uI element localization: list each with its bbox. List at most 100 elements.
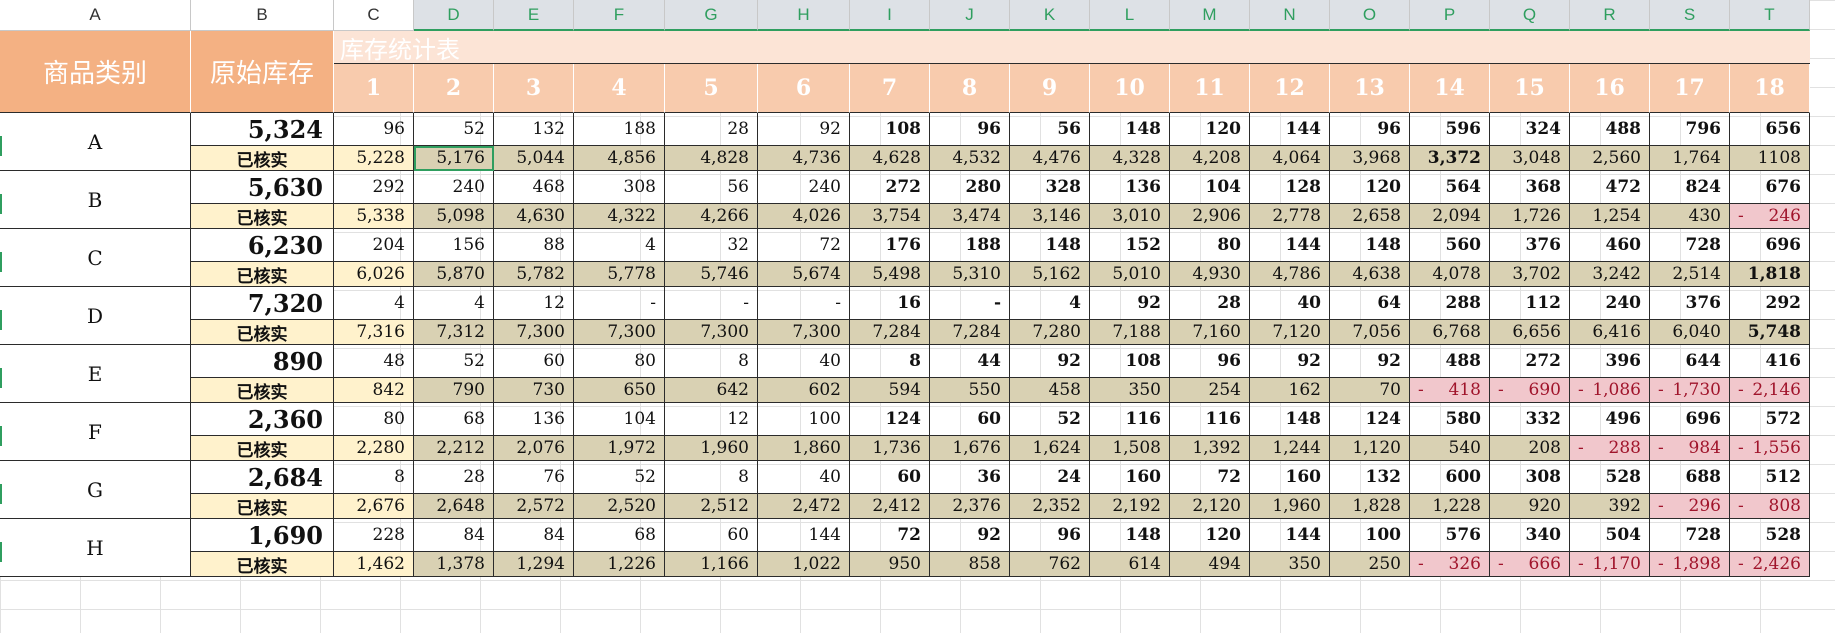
verified-stock-cell[interactable]: 494 bbox=[1170, 552, 1250, 577]
verified-stock-cell[interactable]: -1,898 bbox=[1650, 552, 1730, 577]
daily-usage-cell[interactable]: 272 bbox=[850, 171, 930, 204]
daily-usage-cell[interactable]: 468 bbox=[494, 171, 574, 204]
verified-stock-cell[interactable]: 350 bbox=[1250, 552, 1330, 577]
verified-label[interactable]: 已核实 bbox=[191, 378, 334, 403]
verified-stock-cell[interactable]: 4,328 bbox=[1090, 146, 1170, 171]
daily-usage-cell[interactable]: 68 bbox=[574, 519, 665, 552]
verified-stock-cell[interactable]: 1,828 bbox=[1330, 494, 1410, 519]
verified-stock-cell[interactable]: -1,556 bbox=[1730, 436, 1810, 461]
verified-stock-cell[interactable]: -1,730 bbox=[1650, 378, 1730, 403]
verified-stock-cell[interactable]: 5,044 bbox=[494, 146, 574, 171]
verified-stock-cell[interactable]: 1,228 bbox=[1410, 494, 1490, 519]
daily-usage-cell[interactable]: 696 bbox=[1650, 403, 1730, 436]
daily-usage-cell[interactable]: 156 bbox=[414, 229, 494, 262]
verified-stock-cell[interactable]: 1,676 bbox=[930, 436, 1010, 461]
daily-usage-cell[interactable]: 52 bbox=[414, 113, 494, 146]
verified-stock-cell[interactable]: 7,316 bbox=[334, 320, 414, 345]
table-title[interactable]: 库存统计表 bbox=[334, 31, 1810, 64]
daily-usage-cell[interactable]: 104 bbox=[574, 403, 665, 436]
daily-usage-cell[interactable]: 72 bbox=[850, 519, 930, 552]
verified-stock-cell[interactable]: 1,960 bbox=[665, 436, 758, 461]
daily-usage-cell[interactable]: - bbox=[574, 287, 665, 320]
daily-usage-cell[interactable]: 240 bbox=[414, 171, 494, 204]
verified-stock-cell[interactable]: 5,010 bbox=[1090, 262, 1170, 287]
category-cell-a[interactable]: A bbox=[0, 113, 191, 171]
verified-stock-cell[interactable]: 762 bbox=[1010, 552, 1090, 577]
daily-usage-cell[interactable]: 368 bbox=[1490, 171, 1570, 204]
verified-stock-cell[interactable]: -1,086 bbox=[1570, 378, 1650, 403]
verified-stock-cell[interactable]: 2,514 bbox=[1650, 262, 1730, 287]
daily-usage-cell[interactable]: 92 bbox=[1330, 345, 1410, 378]
daily-usage-cell[interactable]: 48 bbox=[334, 345, 414, 378]
verified-stock-cell[interactable]: 3,146 bbox=[1010, 204, 1090, 229]
verified-stock-cell[interactable]: 2,778 bbox=[1250, 204, 1330, 229]
daily-usage-cell[interactable]: 528 bbox=[1570, 461, 1650, 494]
original-stock-cell[interactable]: 2,360 bbox=[191, 403, 334, 436]
daily-usage-cell[interactable]: 100 bbox=[758, 403, 850, 436]
daily-usage-cell[interactable]: 16 bbox=[850, 287, 930, 320]
period-header-10[interactable]: 10 bbox=[1090, 64, 1170, 113]
column-header-s[interactable]: S bbox=[1650, 0, 1730, 31]
daily-usage-cell[interactable]: 80 bbox=[334, 403, 414, 436]
verified-stock-cell[interactable]: 1,624 bbox=[1010, 436, 1090, 461]
verified-stock-cell[interactable]: 5,746 bbox=[665, 262, 758, 287]
verified-stock-cell[interactable]: 602 bbox=[758, 378, 850, 403]
verified-stock-cell[interactable]: 2,212 bbox=[414, 436, 494, 461]
verified-stock-cell[interactable]: 5,674 bbox=[758, 262, 850, 287]
verified-stock-cell[interactable]: 6,656 bbox=[1490, 320, 1570, 345]
daily-usage-cell[interactable]: 96 bbox=[1170, 345, 1250, 378]
daily-usage-cell[interactable]: 124 bbox=[1330, 403, 1410, 436]
period-header-12[interactable]: 12 bbox=[1250, 64, 1330, 113]
verified-stock-cell[interactable]: 7,280 bbox=[1010, 320, 1090, 345]
column-header-j[interactable]: J bbox=[930, 0, 1010, 31]
verified-stock-cell[interactable]: 790 bbox=[414, 378, 494, 403]
daily-usage-cell[interactable]: 488 bbox=[1570, 113, 1650, 146]
verified-stock-cell[interactable]: 4,628 bbox=[850, 146, 930, 171]
daily-usage-cell[interactable]: 72 bbox=[1170, 461, 1250, 494]
daily-usage-cell[interactable]: 564 bbox=[1410, 171, 1490, 204]
daily-usage-cell[interactable]: 76 bbox=[494, 461, 574, 494]
period-header-17[interactable]: 17 bbox=[1650, 64, 1730, 113]
verified-stock-cell[interactable]: 2,658 bbox=[1330, 204, 1410, 229]
verified-stock-cell[interactable]: 1,294 bbox=[494, 552, 574, 577]
verified-stock-cell[interactable]: 7,284 bbox=[930, 320, 1010, 345]
daily-usage-cell[interactable]: 40 bbox=[758, 461, 850, 494]
verified-stock-cell[interactable]: 1,226 bbox=[574, 552, 665, 577]
verified-stock-cell[interactable]: 5,176 bbox=[414, 146, 494, 171]
verified-stock-cell[interactable]: 650 bbox=[574, 378, 665, 403]
verified-label[interactable]: 已核实 bbox=[191, 262, 334, 287]
verified-stock-cell[interactable]: - 808 bbox=[1730, 494, 1810, 519]
column-header-b[interactable]: B bbox=[191, 0, 334, 31]
verified-stock-cell[interactable]: 3,968 bbox=[1330, 146, 1410, 171]
verified-stock-cell[interactable]: -1,170 bbox=[1570, 552, 1650, 577]
period-header-13[interactable]: 13 bbox=[1330, 64, 1410, 113]
verified-stock-cell[interactable]: 594 bbox=[850, 378, 930, 403]
period-header-15[interactable]: 15 bbox=[1490, 64, 1570, 113]
verified-stock-cell[interactable]: 5,782 bbox=[494, 262, 574, 287]
verified-stock-cell[interactable]: 250 bbox=[1330, 552, 1410, 577]
verified-stock-cell[interactable]: 550 bbox=[930, 378, 1010, 403]
verified-stock-cell[interactable]: 2,352 bbox=[1010, 494, 1090, 519]
daily-usage-cell[interactable]: 272 bbox=[1490, 345, 1570, 378]
verified-stock-cell[interactable]: 1,960 bbox=[1250, 494, 1330, 519]
verified-stock-cell[interactable]: 950 bbox=[850, 552, 930, 577]
daily-usage-cell[interactable]: 40 bbox=[758, 345, 850, 378]
original-stock-cell[interactable]: 7,320 bbox=[191, 287, 334, 320]
daily-usage-cell[interactable]: 8 bbox=[665, 345, 758, 378]
daily-usage-cell[interactable]: 696 bbox=[1730, 229, 1810, 262]
daily-usage-cell[interactable]: 84 bbox=[494, 519, 574, 552]
daily-usage-cell[interactable]: 824 bbox=[1650, 171, 1730, 204]
verified-stock-cell[interactable]: 1,972 bbox=[574, 436, 665, 461]
daily-usage-cell[interactable]: 460 bbox=[1570, 229, 1650, 262]
verified-stock-cell[interactable]: 1,726 bbox=[1490, 204, 1570, 229]
verified-stock-cell[interactable]: 5,338 bbox=[334, 204, 414, 229]
period-header-14[interactable]: 14 bbox=[1410, 64, 1490, 113]
daily-usage-cell[interactable]: 796 bbox=[1650, 113, 1730, 146]
verified-stock-cell[interactable]: 2,280 bbox=[334, 436, 414, 461]
verified-stock-cell[interactable]: 2,094 bbox=[1410, 204, 1490, 229]
daily-usage-cell[interactable]: 28 bbox=[414, 461, 494, 494]
daily-usage-cell[interactable]: 416 bbox=[1730, 345, 1810, 378]
verified-stock-cell[interactable]: - 246 bbox=[1730, 204, 1810, 229]
verified-stock-cell[interactable]: - 296 bbox=[1650, 494, 1730, 519]
verified-stock-cell[interactable]: 208 bbox=[1490, 436, 1570, 461]
